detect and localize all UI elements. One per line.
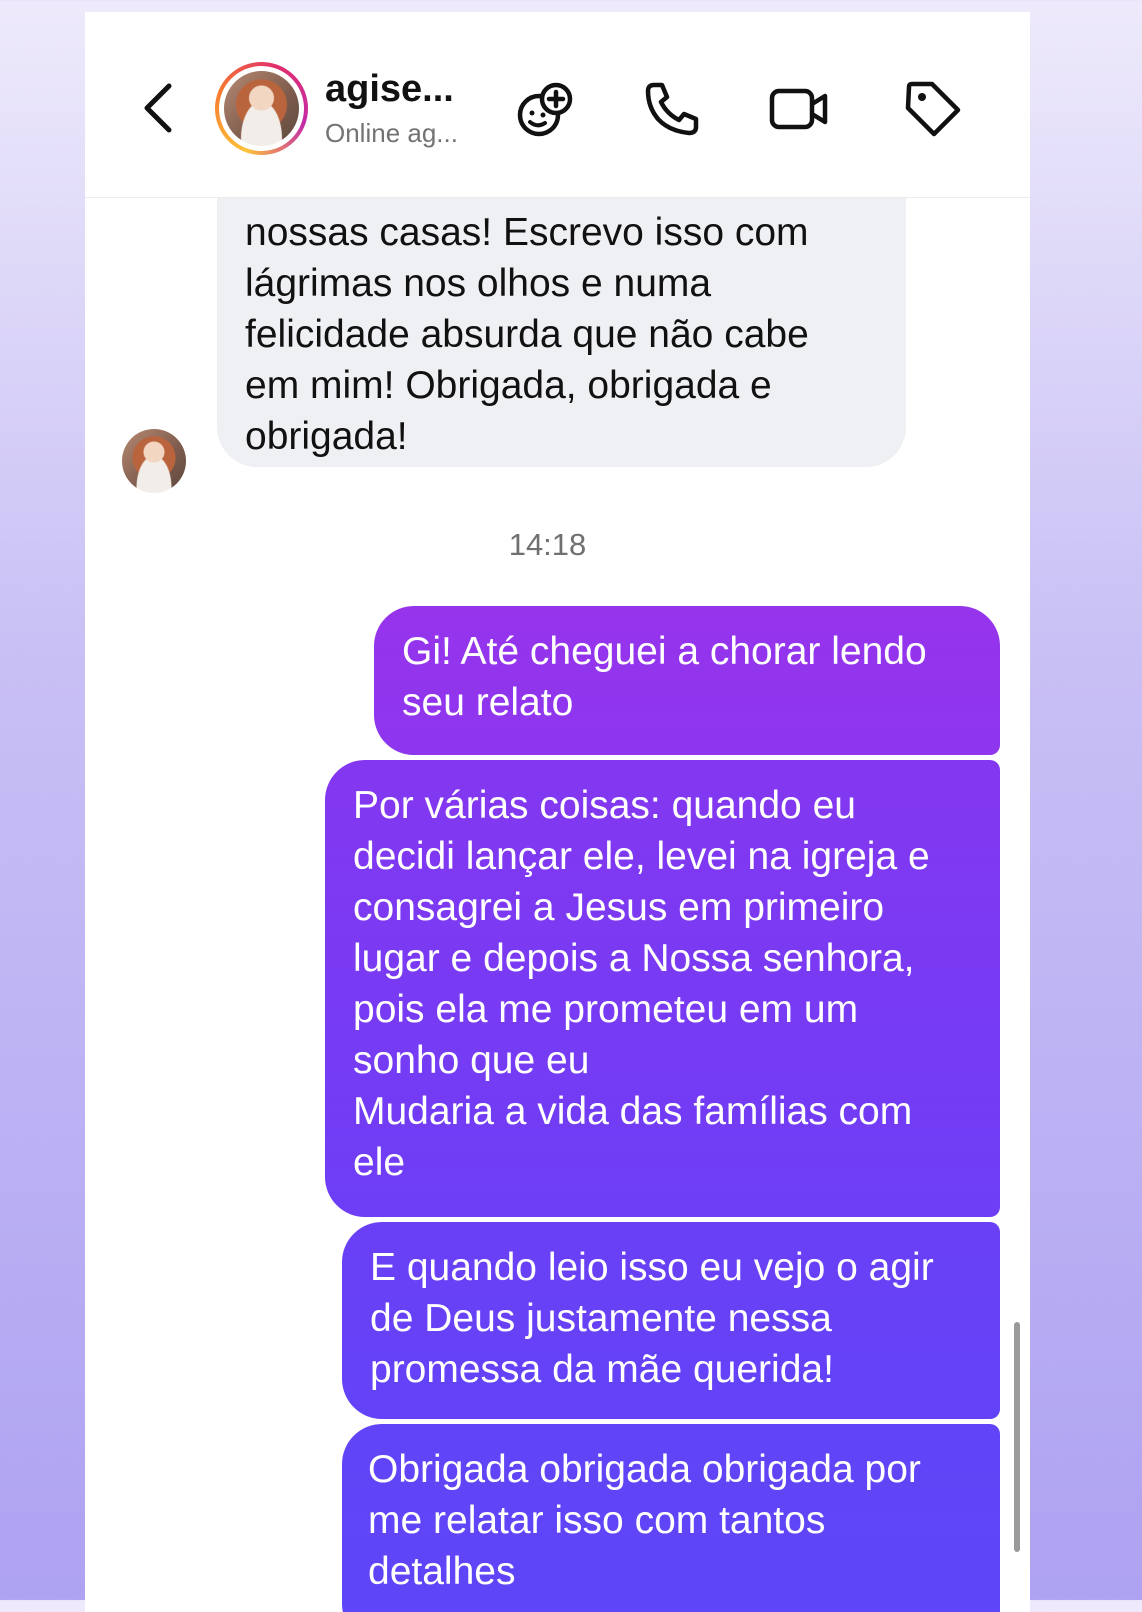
- outgoing-message[interactable]: Por várias coisas: quando eu decidi lanç…: [325, 760, 1000, 1217]
- effects-icon: [517, 82, 573, 137]
- contact-avatar[interactable]: [215, 62, 308, 155]
- contact-name[interactable]: agise...: [325, 68, 485, 111]
- tag-icon: [905, 81, 961, 137]
- chat-header: agise... Online ag...: [85, 12, 1030, 198]
- video-icon: [769, 88, 828, 130]
- phone-icon: [645, 82, 699, 136]
- sender-avatar[interactable]: [122, 429, 186, 493]
- video-call-button[interactable]: [767, 77, 831, 141]
- outgoing-message[interactable]: Obrigada obrigada obrigada por me relata…: [342, 1424, 1000, 1612]
- online-status: Online ag...: [325, 118, 458, 148]
- tag-button[interactable]: [901, 77, 965, 141]
- incoming-message[interactable]: nossas casas! Escrevo isso com lágrimas …: [217, 167, 906, 467]
- outgoing-message[interactable]: Gi! Até cheguei a chorar lendo seu relat…: [374, 606, 1000, 755]
- message-timestamp: 14:18: [508, 527, 587, 562]
- effects-button[interactable]: [513, 77, 577, 141]
- back-button[interactable]: [137, 80, 179, 136]
- chevron-left-icon: [144, 83, 172, 133]
- chat-screen: agise... Online ag... nossas casas! Escr…: [85, 12, 1030, 1612]
- avatar-photo: [224, 71, 299, 146]
- scrollbar[interactable]: [1014, 1322, 1020, 1552]
- call-button[interactable]: [640, 77, 704, 141]
- message-list[interactable]: nossas casas! Escrevo isso com lágrimas …: [85, 167, 1030, 1612]
- outgoing-message[interactable]: E quando leio isso eu vejo o agir de Deu…: [342, 1222, 1000, 1419]
